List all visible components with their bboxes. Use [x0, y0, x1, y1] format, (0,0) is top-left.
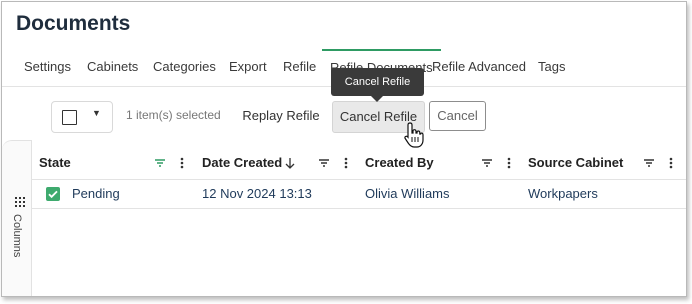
tab-refile-advanced[interactable]: Refile Advanced	[432, 50, 526, 84]
filter-icon[interactable]	[317, 156, 331, 170]
chevron-down-icon[interactable]: ▼	[92, 108, 101, 118]
replay-refile-button[interactable]: Replay Refile	[238, 102, 324, 130]
more-vertical-icon[interactable]	[339, 156, 353, 170]
filter-icon[interactable]	[153, 156, 167, 170]
tooltip-arrow	[371, 96, 383, 102]
column-header-source-cabinet[interactable]: Source Cabinet	[528, 147, 623, 179]
column-header-state[interactable]: State	[39, 147, 71, 179]
cancel-refile-tooltip: Cancel Refile	[331, 68, 424, 96]
columns-icon[interactable]	[15, 197, 25, 207]
row-checkbox[interactable]	[46, 187, 60, 201]
tab-export[interactable]: Export	[229, 50, 267, 84]
sort-down-icon[interactable]	[283, 156, 297, 170]
selection-count: 1 item(s) selected	[126, 108, 221, 122]
more-vertical-icon[interactable]	[175, 156, 189, 170]
tab-settings[interactable]: Settings	[24, 50, 71, 84]
tab-cabinets[interactable]: Cabinets	[87, 50, 138, 84]
tab-categories[interactable]: Categories	[153, 50, 216, 84]
hand-cursor-icon	[404, 122, 424, 148]
documents-window: Documents Settings Cabinets Categories E…	[1, 1, 687, 297]
table-row[interactable]: Pending 12 Nov 2024 13:13 Olivia William…	[31, 180, 686, 209]
select-all-dropdown[interactable]: ▼	[51, 101, 113, 133]
tab-refile[interactable]: Refile	[283, 50, 316, 84]
tab-tags[interactable]: Tags	[538, 50, 565, 84]
cell-state: Pending	[72, 186, 120, 201]
select-all-checkbox[interactable]	[62, 110, 77, 125]
check-icon	[48, 190, 58, 199]
columns-tool-label[interactable]: Columns	[11, 214, 23, 257]
grid-header: State Date Created Created By Source Cab…	[31, 147, 686, 180]
filter-icon[interactable]	[480, 156, 494, 170]
more-vertical-icon[interactable]	[502, 156, 516, 170]
column-header-created-by[interactable]: Created By	[365, 147, 434, 179]
column-header-date-created[interactable]: Date Created	[202, 147, 282, 179]
cell-date-created: 12 Nov 2024 13:13	[202, 186, 312, 201]
cell-created-by: Olivia Williams	[365, 186, 450, 201]
filter-icon[interactable]	[642, 156, 656, 170]
cancel-button[interactable]: Cancel	[429, 101, 486, 131]
more-vertical-icon[interactable]	[664, 156, 678, 170]
cell-source-cabinet: Workpapers	[528, 186, 598, 201]
page-title: Documents	[16, 12, 131, 35]
